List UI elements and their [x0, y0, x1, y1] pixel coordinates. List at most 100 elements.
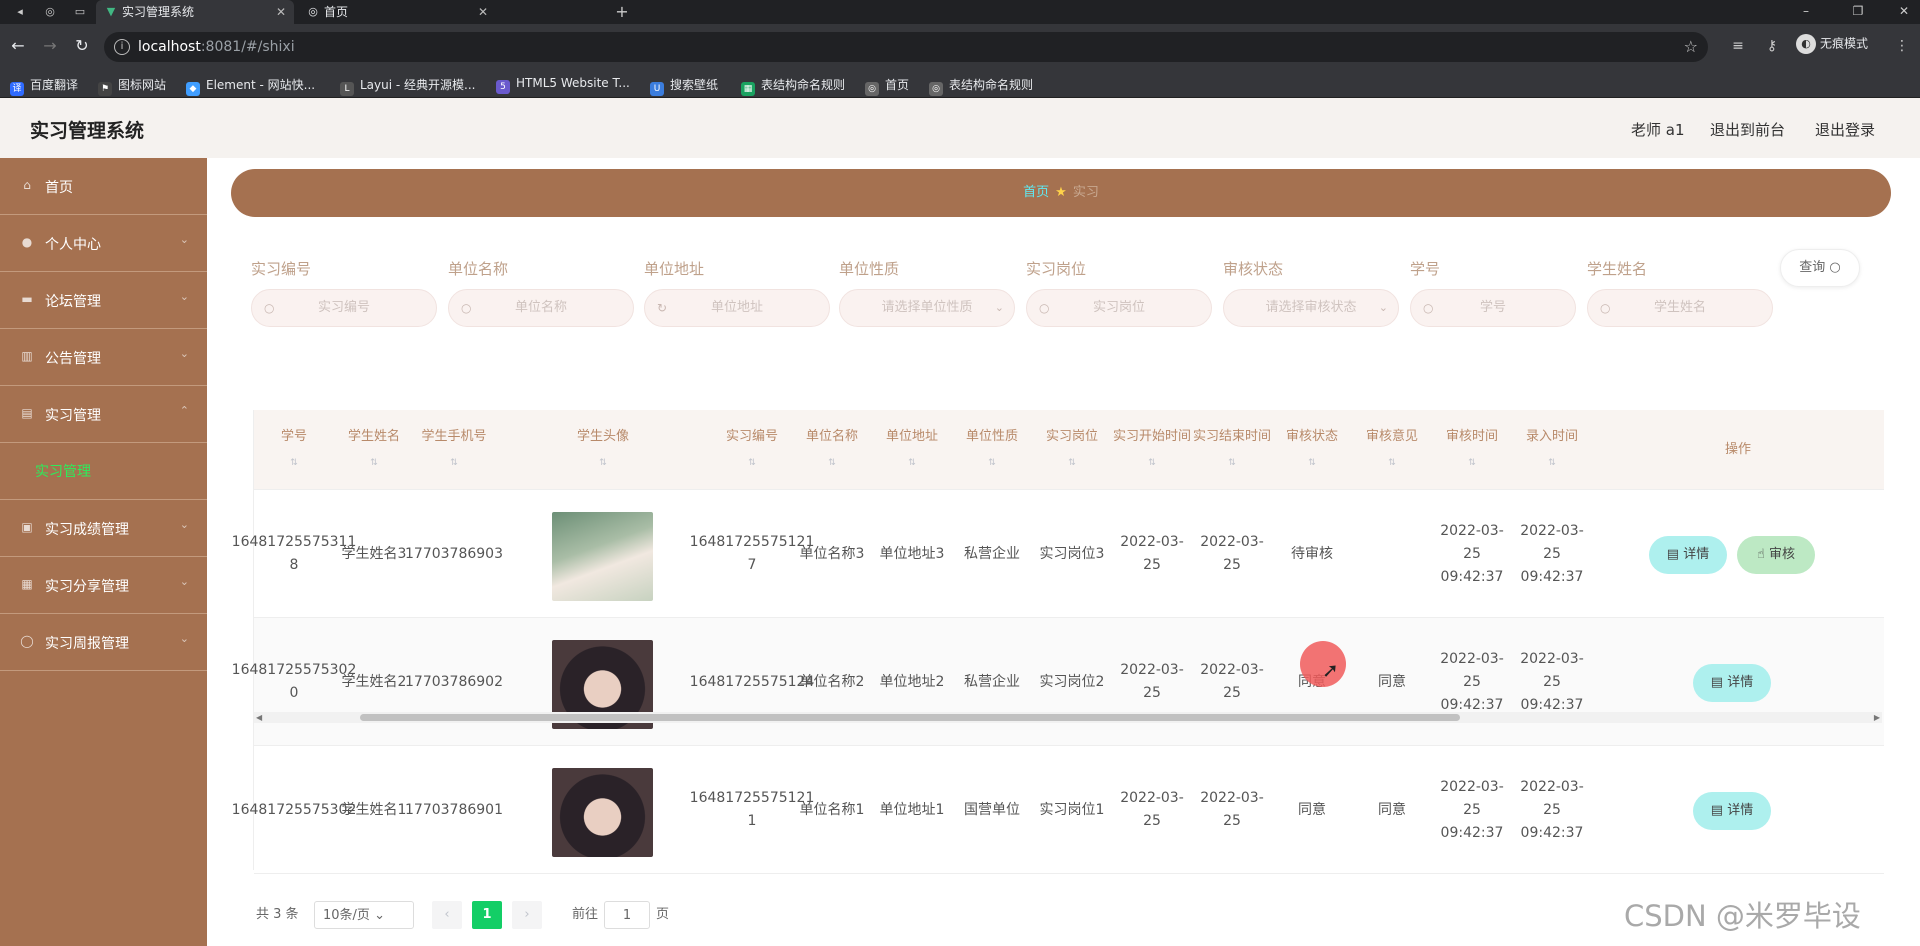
- bookmark-item[interactable]: ◎ 首页: [865, 76, 909, 96]
- scrollbar-thumb[interactable]: [360, 714, 1460, 721]
- restore-icon[interactable]: ❐: [1843, 0, 1873, 24]
- bookmark-item[interactable]: ▦ 表结构命名规则: [741, 76, 845, 96]
- intern-id-input[interactable]: ○ 实习编号: [251, 289, 437, 327]
- col-header-avatar[interactable]: 学生头像 ⇅: [494, 410, 712, 490]
- reload-icon[interactable]: ↻: [72, 36, 92, 56]
- audit-button[interactable]: ☝ 审核: [1737, 536, 1815, 574]
- status-select[interactable]: 请选择审核状态 ⌄: [1223, 289, 1399, 327]
- browser-tab-active[interactable]: ▼ 实习管理系统 ✕: [96, 0, 294, 24]
- sort-icon[interactable]: ⇅: [1308, 450, 1316, 476]
- horizontal-scrollbar[interactable]: ◀ ▶: [254, 712, 1882, 723]
- sort-icon[interactable]: ⇅: [748, 450, 756, 476]
- company-input[interactable]: ○ 单位名称: [448, 289, 634, 327]
- sort-icon[interactable]: ⇅: [1228, 450, 1236, 476]
- bookmark-item[interactable]: ⚑ 图标网站: [98, 76, 166, 96]
- sort-icon[interactable]: ⇅: [908, 450, 916, 476]
- sort-icon[interactable]: ⇅: [1148, 450, 1156, 476]
- sort-icon[interactable]: ⇅: [1468, 450, 1476, 476]
- globe-icon[interactable]: ◎: [42, 4, 58, 20]
- breadcrumb-home[interactable]: 首页: [1023, 185, 1049, 200]
- col-header-end[interactable]: 实习结束时间 ⇅: [1192, 410, 1272, 490]
- col-header-student-id[interactable]: 学号 ⇅: [254, 410, 334, 490]
- more-icon[interactable]: ⋮: [1892, 36, 1912, 56]
- back-to-front-link[interactable]: 退出到前台: [1710, 119, 1785, 140]
- sort-icon[interactable]: ⇅: [370, 450, 378, 476]
- nature-select[interactable]: 请选择单位性质 ⌄: [839, 289, 1015, 327]
- close-icon[interactable]: ✕: [478, 0, 488, 24]
- detail-button[interactable]: ▤ 详情: [1693, 664, 1771, 702]
- sort-icon[interactable]: ⇅: [1388, 450, 1396, 476]
- bookmark-item[interactable]: ◆ Element - 网站快...: [186, 76, 315, 96]
- cell-start: 2022-03-25: [1120, 790, 1184, 829]
- col-header-nature[interactable]: 单位性质 ⇅: [952, 410, 1032, 490]
- sort-icon[interactable]: ⇅: [828, 450, 836, 476]
- sidebar-item-forum[interactable]: ▬ 论坛管理 ⌄: [0, 272, 207, 329]
- bookmark-item[interactable]: ◎ 表结构命名规则: [929, 76, 1033, 96]
- page-number-current[interactable]: 1: [472, 901, 502, 929]
- scroll-left-icon[interactable]: ◀: [256, 712, 262, 723]
- col-header-company[interactable]: 单位名称 ⇅: [792, 410, 872, 490]
- address-input[interactable]: ↻ 单位地址: [644, 289, 830, 327]
- scroll-right-icon[interactable]: ▶: [1874, 712, 1880, 723]
- sort-icon[interactable]: ⇅: [1068, 450, 1076, 476]
- query-button[interactable]: 查询 ○: [1780, 249, 1860, 287]
- prev-page-button[interactable]: ‹: [432, 901, 462, 929]
- col-header-start[interactable]: 实习开始时间 ⇅: [1112, 410, 1192, 490]
- sidebar-item-home[interactable]: ⌂ 首页: [0, 158, 207, 215]
- reading-list-icon[interactable]: ≡: [1728, 36, 1748, 56]
- col-header-status[interactable]: 审核状态 ⇅: [1272, 410, 1352, 490]
- sidebar-item-report[interactable]: ◯ 实习周报管理 ⌄: [0, 614, 207, 671]
- browser-tab[interactable]: ◎ 首页 ✕: [298, 0, 496, 24]
- page-size-select[interactable]: 10条/页 ⌄: [314, 901, 414, 929]
- post-input[interactable]: ○ 实习岗位: [1026, 289, 1212, 327]
- search-label-student-name: 学生姓名: [1587, 260, 1648, 278]
- col-header-address[interactable]: 单位地址 ⇅: [872, 410, 952, 490]
- cell-phone: 17703786902: [405, 673, 503, 690]
- col-header-post[interactable]: 实习岗位 ⇅: [1032, 410, 1112, 490]
- next-page-button[interactable]: ›: [512, 901, 542, 929]
- sidebar-item-notice[interactable]: ▥ 公告管理 ⌄: [0, 329, 207, 386]
- detail-button[interactable]: ▤ 详情: [1693, 792, 1771, 830]
- forward-icon[interactable]: →: [40, 36, 60, 56]
- sort-icon[interactable]: ⇅: [1548, 450, 1556, 476]
- bookmark-item[interactable]: U 搜索壁纸: [650, 76, 718, 96]
- sort-icon[interactable]: ⇅: [599, 450, 607, 476]
- element-icon: ◆: [186, 82, 200, 96]
- col-header-audit-time[interactable]: 审核时间 ⇅: [1432, 410, 1512, 490]
- back-icon[interactable]: ←: [8, 36, 28, 56]
- sidebar-item-score[interactable]: ▣ 实习成绩管理 ⌄: [0, 500, 207, 557]
- student-name-input[interactable]: ○ 学生姓名: [1587, 289, 1773, 327]
- logout-link[interactable]: 退出登录: [1815, 119, 1875, 140]
- info-icon[interactable]: i: [114, 39, 130, 55]
- goto-page-input[interactable]: 1: [604, 901, 650, 929]
- bookmark-star-icon[interactable]: ☆: [1684, 32, 1698, 62]
- sort-icon[interactable]: ⇅: [450, 450, 458, 476]
- url-input[interactable]: i localhost:8081/#/shixi ☆: [104, 32, 1708, 62]
- col-header-phone[interactable]: 学生手机号 ⇅: [414, 410, 494, 490]
- bookmark-item[interactable]: 译百度翻译: [10, 76, 78, 96]
- detail-button[interactable]: ▤ 详情: [1649, 536, 1727, 574]
- sort-icon[interactable]: ⇅: [290, 450, 298, 476]
- sidebar-item-personal-center[interactable]: ● 个人中心 ⌄: [0, 215, 207, 272]
- col-header-name[interactable]: 学生姓名 ⇅: [334, 410, 414, 490]
- col-header-opinion[interactable]: 审核意见 ⇅: [1352, 410, 1432, 490]
- col-header-entry-time[interactable]: 录入时间 ⇅: [1512, 410, 1592, 490]
- cell-address: 单位地址3: [879, 545, 945, 562]
- bookmark-item[interactable]: 5 HTML5 Website T...: [496, 76, 630, 94]
- sidebar-item-internship[interactable]: ▤ 实习管理 ⌃: [0, 386, 207, 443]
- home-icon: ⌂: [23, 178, 31, 192]
- profile-button[interactable]: ◐ 无痕模式: [1796, 34, 1868, 54]
- col-header-intern-id[interactable]: 实习编号 ⇅: [712, 410, 792, 490]
- close-icon[interactable]: ✕: [276, 0, 286, 24]
- window-icon[interactable]: ▭: [72, 4, 88, 20]
- media-icon[interactable]: ◂: [12, 4, 28, 20]
- sort-icon[interactable]: ⇅: [988, 450, 996, 476]
- student-id-input[interactable]: ○ 学号: [1410, 289, 1576, 327]
- new-tab-icon[interactable]: +: [614, 4, 630, 20]
- sidebar-item-share[interactable]: ▦ 实习分享管理 ⌄: [0, 557, 207, 614]
- key-icon[interactable]: ⚷: [1762, 36, 1782, 56]
- minimize-icon[interactable]: –: [1791, 0, 1821, 24]
- bookmark-item[interactable]: L Layui - 经典开源模...: [340, 76, 475, 96]
- window-close-icon[interactable]: ✕: [1889, 0, 1919, 24]
- sidebar-subitem-internship[interactable]: 实习管理: [0, 443, 207, 500]
